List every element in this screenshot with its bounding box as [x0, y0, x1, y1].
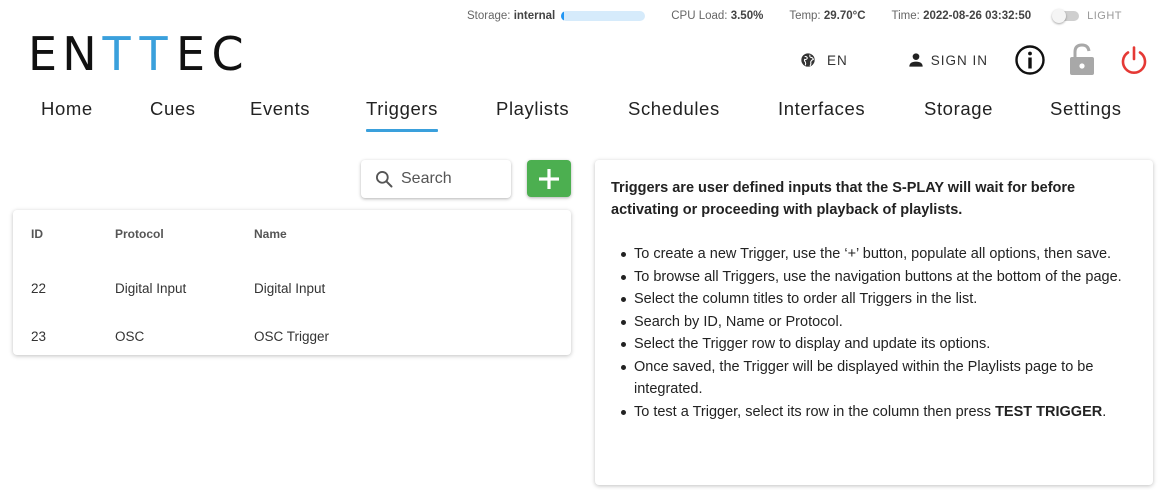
logo-letter: T	[139, 27, 168, 81]
main-nav: Home Cues Events Triggers Playlists Sche…	[0, 98, 1163, 132]
cpu-status: CPU Load: 3.50%	[671, 10, 763, 22]
power-icon	[1121, 46, 1147, 74]
nav-home[interactable]: Home	[41, 98, 93, 132]
help-item-text: .	[1102, 403, 1107, 420]
help-card: Triggers are user defined inputs that th…	[595, 160, 1153, 485]
language-selector[interactable]: EN	[800, 52, 848, 68]
help-item: To browse all Triggers, use the navigati…	[621, 266, 1137, 289]
help-item: To test a Trigger, select its row in the…	[621, 401, 1137, 424]
table-row[interactable]: 23 OSC OSC Trigger	[13, 313, 571, 361]
column-header-id[interactable]: ID	[31, 227, 43, 241]
person-icon	[909, 53, 923, 67]
cell-name: Digital Input	[254, 281, 326, 296]
time-label: Time:	[891, 10, 920, 22]
nav-settings[interactable]: Settings	[1050, 98, 1122, 132]
search-icon	[376, 171, 393, 188]
storage-label: Storage:	[467, 10, 511, 22]
plus-icon	[539, 168, 559, 189]
nav-playlists[interactable]: Playlists	[496, 98, 569, 132]
help-item: Select the Trigger row to display and up…	[621, 333, 1137, 356]
globe-icon	[801, 53, 815, 67]
cell-name: OSC Trigger	[254, 329, 330, 344]
help-item-text: To test a Trigger, select its row in the…	[634, 403, 996, 420]
status-bar: Storage: internal CPU Load: 3.50% Temp: …	[467, 8, 1122, 24]
cell-id: 22	[31, 281, 47, 296]
logo-letter: N	[62, 27, 97, 81]
storage-status: Storage: internal	[467, 10, 646, 22]
column-header-name[interactable]: Name	[254, 227, 287, 241]
theme-toggle-track[interactable]	[1052, 9, 1080, 23]
theme-toggle[interactable]: LIGHT	[1052, 9, 1123, 23]
logo-letter: E	[175, 27, 206, 81]
info-button[interactable]	[1014, 44, 1046, 76]
search-box[interactable]	[361, 160, 511, 198]
cell-protocol: OSC	[115, 329, 145, 344]
help-item: To create a new Trigger, use the ‘+’ but…	[621, 243, 1137, 266]
table-row[interactable]: 22 Digital Input Digital Input	[13, 265, 571, 313]
logo-letter: T	[102, 27, 131, 81]
time-status: Time: 2022-08-26 03:32:50	[892, 10, 1032, 22]
sign-in-button[interactable]: SIGN IN	[906, 50, 988, 70]
nav-events[interactable]: Events	[250, 98, 310, 132]
nav-schedules[interactable]: Schedules	[628, 98, 720, 132]
temp-value: 29.70°C	[823, 10, 866, 22]
info-icon	[1015, 45, 1045, 75]
column-header-protocol[interactable]: Protocol	[115, 227, 164, 241]
temp-status: Temp: 29.70°C	[789, 10, 865, 22]
add-trigger-button[interactable]	[527, 160, 571, 197]
theme-toggle-knob[interactable]	[1052, 9, 1067, 23]
help-list: To create a new Trigger, use the ‘+’ but…	[611, 243, 1137, 423]
help-item: Once saved, the Trigger will be displaye…	[621, 356, 1137, 401]
enttec-logo[interactable]: E N T T E C	[24, 28, 246, 80]
cell-id: 23	[31, 329, 47, 344]
power-button[interactable]	[1118, 44, 1150, 76]
time-value: 2022-08-26 03:32:50	[923, 10, 1032, 22]
nav-interfaces[interactable]: Interfaces	[778, 98, 865, 132]
sign-in-label: SIGN IN	[930, 52, 989, 68]
lock-button[interactable]	[1066, 43, 1098, 76]
storage-usage-bar	[561, 11, 646, 21]
search-input[interactable]	[401, 170, 501, 188]
nav-triggers[interactable]: Triggers	[366, 98, 438, 132]
cpu-label: CPU Load:	[671, 10, 728, 22]
cpu-value: 3.50%	[730, 10, 764, 22]
lock-icon	[1070, 43, 1095, 75]
nav-storage[interactable]: Storage	[924, 98, 993, 132]
theme-toggle-label: LIGHT	[1087, 10, 1123, 22]
cell-protocol: Digital Input	[115, 281, 187, 296]
help-title: Triggers are user defined inputs that th…	[611, 180, 1076, 218]
temp-label: Temp:	[789, 10, 821, 22]
logo-letter: E	[27, 27, 58, 81]
help-item: Select the column titles to order all Tr…	[621, 288, 1137, 311]
help-item-emphasis: TEST TRIGGER	[995, 403, 1103, 420]
language-label: EN	[827, 52, 848, 68]
logo-letter: C	[211, 27, 244, 81]
storage-value: internal	[513, 10, 556, 22]
triggers-table: ID Protocol Name 22 Digital Input Digita…	[13, 210, 571, 355]
help-item: Search by ID, Name or Protocol.	[621, 311, 1137, 334]
header-actions: EN SIGN IN	[800, 42, 1150, 78]
nav-cues[interactable]: Cues	[150, 98, 196, 132]
storage-usage-fill	[561, 11, 564, 21]
